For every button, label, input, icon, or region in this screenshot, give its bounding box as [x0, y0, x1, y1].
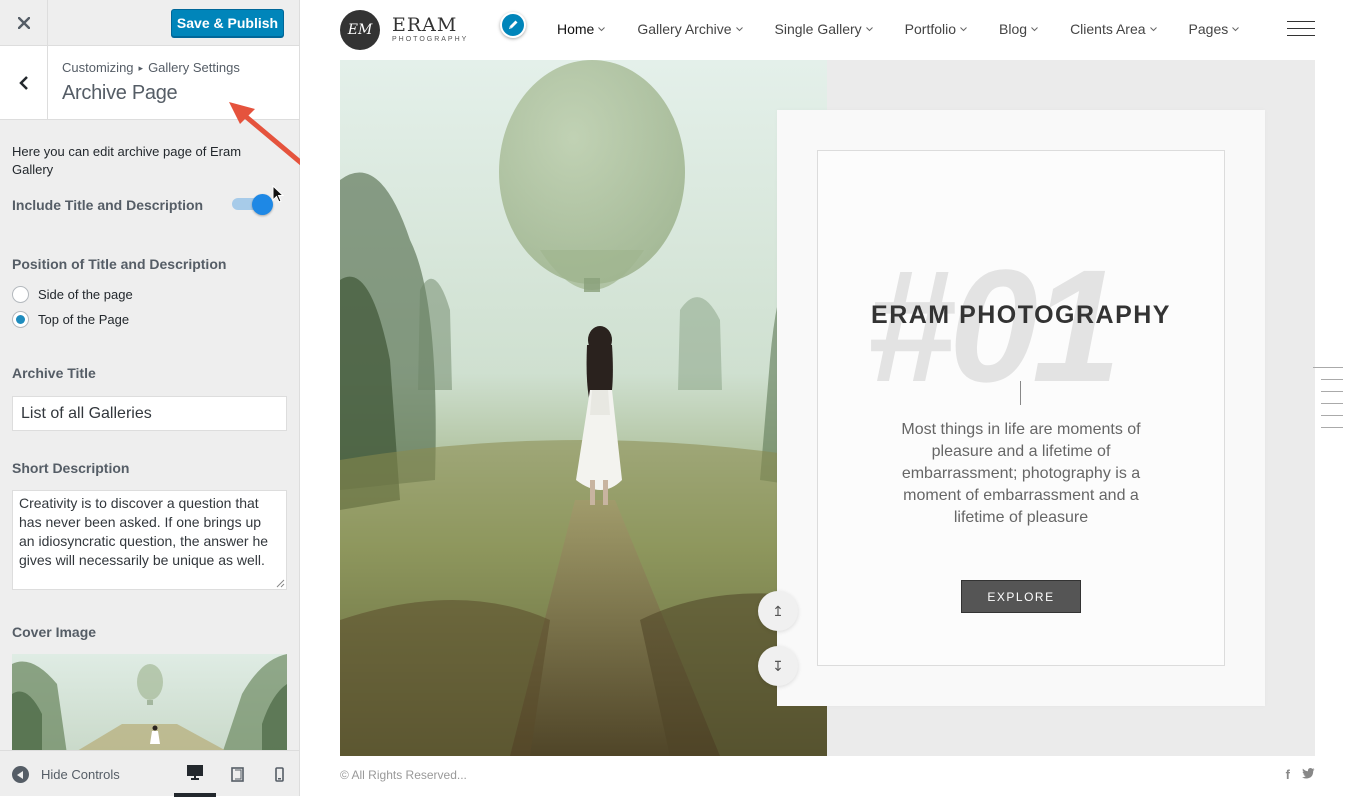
chevron-down-icon	[1031, 26, 1038, 31]
logo-brand: ERAM	[392, 14, 458, 36]
breadcrumb-panel: Gallery Settings	[148, 60, 240, 75]
slide-indicator[interactable]	[1313, 367, 1343, 432]
nav-label: Gallery Archive	[637, 21, 732, 37]
toggle-knob	[252, 194, 273, 215]
section-header: Customizing ▸ Gallery Settings Archive Pag…	[0, 46, 299, 120]
customizer-header: Save & Publish	[0, 0, 299, 46]
hero-card-frame: #01 ERAM PHOTOGRAPHY Most things in life…	[817, 150, 1225, 666]
collapse-icon	[12, 766, 29, 783]
chevron-down-icon	[1232, 26, 1240, 31]
explore-button[interactable]: EXPLORE	[961, 580, 1081, 613]
radio-label: Top of the Page	[38, 312, 130, 327]
hide-controls-button[interactable]: Hide Controls	[12, 766, 120, 783]
site-preview: EM ERAM PHOTOGRAPHY Home Gallery Archive…	[300, 0, 1355, 796]
save-publish-button[interactable]: Save & Publish	[171, 9, 284, 37]
preview-tablet-button[interactable]	[216, 751, 258, 797]
chevron-down-icon	[735, 26, 743, 31]
short-description-label: Short Description	[12, 460, 130, 476]
cover-image-illustration	[12, 654, 287, 750]
radio-side-of-page[interactable]: Side of the page	[12, 286, 133, 303]
social-links: f	[1274, 767, 1315, 782]
preview-desktop-button[interactable]	[174, 751, 216, 797]
include-title-toggle[interactable]	[232, 194, 274, 215]
breadcrumb-separator-icon: ▸	[138, 63, 144, 73]
cover-image-label: Cover Image	[12, 624, 97, 640]
nav-label: Portfolio	[904, 21, 957, 37]
customizer-footer: Hide Controls	[0, 750, 300, 797]
copyright-text: © All Rights Reserved...	[340, 768, 467, 782]
breadcrumb-root: Customizing	[62, 60, 134, 75]
facebook-icon[interactable]: f	[1286, 767, 1290, 782]
nav-item-home[interactable]: Home	[557, 21, 606, 37]
nav-label: Home	[557, 21, 595, 37]
close-icon	[17, 17, 30, 29]
archive-title-input[interactable]: List of all Galleries	[12, 396, 287, 431]
arrow-down-icon: ↧	[772, 657, 784, 674]
section-title: Archive Page	[62, 82, 178, 104]
twitter-icon[interactable]	[1302, 767, 1315, 782]
short-description-textarea[interactable]: Creativity is to discover a question tha…	[12, 490, 287, 590]
chevron-left-icon	[18, 75, 28, 90]
desktop-icon	[187, 764, 203, 780]
chevron-down-icon	[960, 26, 967, 31]
pencil-icon	[509, 20, 518, 29]
close-customizer-button[interactable]	[0, 0, 48, 46]
preview-mobile-button[interactable]	[258, 751, 300, 797]
chevron-down-icon	[598, 26, 606, 31]
breadcrumb: Customizing ▸ Gallery Settings	[62, 60, 240, 75]
resize-grip-icon[interactable]	[276, 579, 285, 588]
nav-item-clients-area[interactable]: Clients Area	[1070, 21, 1157, 37]
chevron-down-icon	[1149, 26, 1157, 31]
hero-slider: #01 ERAM PHOTOGRAPHY Most things in life…	[340, 60, 1315, 756]
hero-illustration	[340, 60, 827, 756]
radio-label: Side of the page	[38, 287, 133, 302]
position-label: Position of Title and Description	[12, 256, 227, 272]
edit-shortcut-button[interactable]	[500, 12, 526, 38]
hero-card: #01 ERAM PHOTOGRAPHY Most things in life…	[777, 110, 1265, 706]
archive-title-label: Archive Title	[12, 365, 96, 381]
back-button[interactable]	[0, 46, 48, 119]
nav-item-blog[interactable]: Blog	[999, 21, 1038, 37]
arrow-up-icon: ↥	[772, 602, 784, 619]
hero-photo	[340, 60, 827, 756]
site-header: EM ERAM PHOTOGRAPHY Home Gallery Archive…	[300, 0, 1355, 60]
nav-item-pages[interactable]: Pages	[1189, 21, 1240, 37]
slide-down-button[interactable]: ↧	[758, 646, 798, 686]
nav-item-portfolio[interactable]: Portfolio	[905, 21, 967, 37]
nav-label: Pages	[1188, 21, 1229, 37]
logo-mark: EM	[340, 10, 380, 50]
hero-divider	[1020, 381, 1021, 405]
nav-label: Blog	[999, 21, 1028, 37]
cover-image-thumbnail[interactable]	[12, 654, 287, 750]
include-toggle-label: Include Title and Description	[12, 197, 204, 213]
nav-label: Single Gallery	[774, 21, 862, 37]
tablet-icon	[230, 766, 244, 782]
logo-wordmark: ERAM PHOTOGRAPHY	[392, 15, 468, 45]
section-controls: Here you can edit archive page of Eram G…	[0, 120, 299, 750]
section-description: Here you can edit archive page of Eram G…	[12, 144, 242, 177]
main-nav: Home Gallery Archive Single Gallery Port…	[557, 21, 1271, 37]
logo-subtitle: PHOTOGRAPHY	[392, 36, 469, 43]
site-logo[interactable]: EM ERAM PHOTOGRAPHY	[340, 10, 468, 50]
hero-text: Most things in life are moments of pleas…	[901, 421, 1141, 526]
radio-button[interactable]	[12, 286, 29, 303]
hamburger-menu-icon[interactable]	[1287, 21, 1315, 37]
radio-top-of-page[interactable]: Top of the Page	[12, 311, 129, 328]
slide-up-button[interactable]: ↥	[758, 591, 798, 631]
mobile-icon	[274, 766, 284, 782]
radio-button-checked[interactable]	[12, 311, 29, 328]
site-footer: © All Rights Reserved... f	[340, 766, 1315, 786]
customizer-sidebar: Save & Publish Customizing ▸ Gallery Setti…	[0, 0, 300, 797]
nav-label: Clients Area	[1070, 21, 1146, 37]
nav-item-gallery-archive[interactable]: Gallery Archive	[637, 21, 743, 37]
hide-controls-label: Hide Controls	[41, 767, 120, 782]
chevron-down-icon	[865, 26, 873, 31]
hero-title: ERAM PHOTOGRAPHY	[871, 301, 1171, 329]
nav-item-single-gallery[interactable]: Single Gallery	[775, 21, 873, 37]
